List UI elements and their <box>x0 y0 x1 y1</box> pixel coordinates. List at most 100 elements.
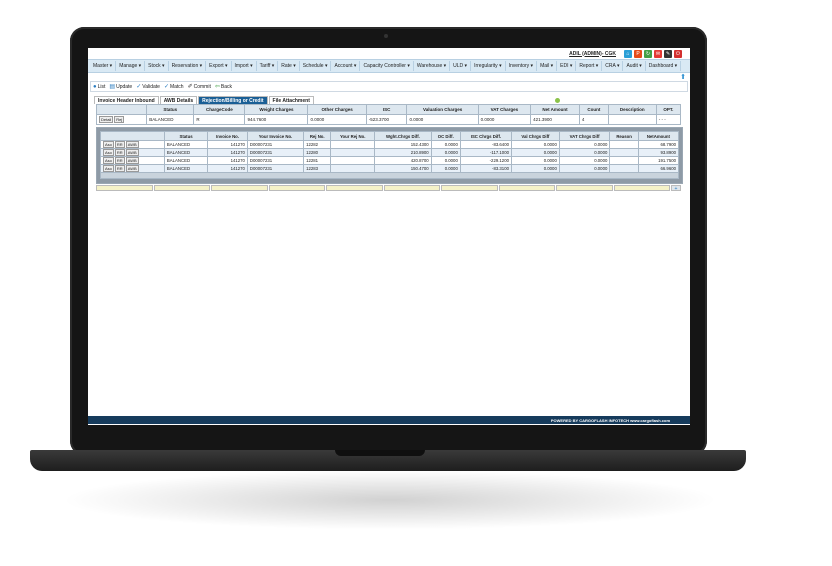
back-icon: ⇦ <box>214 84 220 90</box>
your_invoice-cell: D00007231 <box>246 156 305 165</box>
reason-cell <box>609 164 639 173</box>
column-header: Reason <box>609 131 639 141</box>
commit-icon: ✐ <box>187 84 193 90</box>
menu-bar: Master ▾ Manage ▾ Stock ▾ Reservation ▾ Expo… <box>88 59 690 73</box>
description-cell <box>607 114 657 125</box>
column-header: ISC <box>365 104 408 115</box>
val-cell: 0.0000 <box>510 148 560 157</box>
aso-button[interactable]: Aso <box>103 157 114 164</box>
add-row-button[interactable]: + <box>671 185 681 192</box>
awb-button[interactable]: AWB <box>125 157 139 164</box>
aso-button[interactable]: Aso <box>103 141 114 148</box>
footer-input[interactable] <box>268 185 325 191</box>
your_invoice-cell: D00007231 <box>246 140 305 149</box>
rr-button[interactable]: RR <box>114 149 125 156</box>
footer-input[interactable] <box>556 185 613 191</box>
menu-item[interactable]: Tariff ▾ <box>257 61 279 71</box>
commit-button[interactable]: ✐ Commit <box>187 83 211 91</box>
rej-cell: 12280 <box>303 148 332 157</box>
menu-item[interactable]: Warehouse ▾ <box>414 61 451 71</box>
val-cell: 0.0000 <box>510 140 560 149</box>
column-header: Net Amount <box>530 104 580 115</box>
weight-charges-cell: 944.7600 <box>244 114 309 125</box>
column-header: VAT Charges <box>477 104 532 115</box>
aso-button[interactable]: Aso <box>103 165 114 172</box>
tools-icon[interactable]: ✎ <box>664 49 672 58</box>
user-link[interactable]: ADIL (ADMIN)- CGK <box>569 51 616 57</box>
menu-item[interactable]: Report ▾ <box>576 61 603 71</box>
top-bar: ADIL (ADMIN)- CGK ⌂ P ↻ ✉ ✎ ⏻ <box>88 48 690 59</box>
screen: ADIL (ADMIN)- CGK ⌂ P ↻ ✉ ✎ ⏻ Master ▾ Manage … <box>88 48 690 425</box>
menu-item[interactable]: Account ▾ <box>331 61 361 71</box>
footer-input[interactable] <box>96 185 153 191</box>
logout-icon[interactable]: ⏻ <box>674 49 682 58</box>
rej-button[interactable]: Rej <box>114 116 125 123</box>
menu-item[interactable]: Master ▾ <box>90 61 117 71</box>
status-cell: BALANCED <box>163 164 209 173</box>
power-icon[interactable]: P <box>634 49 642 58</box>
laptop-shadow <box>60 470 720 530</box>
wght-cell: 210.8900 <box>374 148 432 157</box>
your_rej-cell <box>330 140 376 149</box>
footer-input[interactable] <box>498 185 555 191</box>
validate-button[interactable]: ✓ Validate <box>136 83 160 91</box>
tab[interactable]: Invoice Header Inbound <box>94 96 159 104</box>
your_invoice-cell: D00007231 <box>246 164 305 173</box>
footer-input[interactable] <box>613 185 670 191</box>
tab[interactable]: File Attachment <box>268 96 314 104</box>
invoice-cell: 141270 <box>207 156 248 165</box>
column-header: NetAmount <box>637 131 680 141</box>
menu-item[interactable]: Audit ▾ <box>623 61 646 71</box>
footer-input[interactable] <box>326 185 383 191</box>
back-button[interactable]: ⇦ Back <box>214 83 232 91</box>
mail-icon[interactable]: ✉ <box>654 49 662 58</box>
footer-input[interactable] <box>383 185 440 191</box>
update-button[interactable]: ▤ Update <box>109 83 132 91</box>
aso-button[interactable]: Aso <box>103 149 114 156</box>
column-header: Wght.Chrgs Diff. <box>374 131 432 141</box>
val-cell: 0.0000 <box>510 164 560 173</box>
rr-button[interactable]: RR <box>114 165 125 172</box>
menu-item[interactable]: Rate ▾ <box>278 61 300 71</box>
footer-bar: POWERED BY CARGOFLASH INFOTECH www.cargo… <box>88 416 690 424</box>
menu-item[interactable]: Capacity Controller ▾ <box>360 61 414 71</box>
footer-inputs: + <box>96 185 681 192</box>
menu-item[interactable]: Irregularity ▾ <box>471 61 506 71</box>
column-header: Your Invoice No. <box>246 131 305 141</box>
table-row: Aso RR AWB BALANCED 141270 D00007231 12281 420.… <box>100 156 680 165</box>
tab[interactable]: Rejection/Billing or Credit <box>198 96 268 104</box>
tab[interactable]: AWB Details <box>159 96 198 104</box>
menu-item[interactable]: Export ▾ <box>206 61 232 71</box>
isc-cell: -83.3100 <box>459 164 512 173</box>
awb-button[interactable]: AWB <box>125 141 139 148</box>
refresh-icon[interactable]: ↻ <box>644 49 652 58</box>
menu-item[interactable]: Import ▾ <box>232 61 257 71</box>
rr-button[interactable]: RR <box>114 157 125 164</box>
column-header: Other Charges <box>307 104 367 115</box>
detail-button[interactable]: Detail <box>99 116 114 123</box>
footer-input[interactable] <box>211 185 268 191</box>
footer-input[interactable] <box>153 185 210 191</box>
menu-item[interactable]: Mail ▾ <box>537 61 558 71</box>
list-button[interactable]: ● List <box>93 84 105 90</box>
column-header: ChargeCode <box>193 104 246 115</box>
menu-item[interactable]: CRA ▾ <box>602 61 624 71</box>
menu-item[interactable]: Dashboard ▾ <box>646 61 682 71</box>
rej-cell: 12283 <box>303 164 332 173</box>
arrow-up-icon[interactable]: ⬆ <box>680 73 686 81</box>
menu-item[interactable]: Reservation ▾ <box>169 61 207 71</box>
menu-item[interactable]: Stock ▾ <box>145 61 169 71</box>
invoice-cell: 141270 <box>207 140 248 149</box>
menu-item[interactable]: Schedule ▾ <box>300 61 332 71</box>
menu-item[interactable]: Inventory ▾ <box>506 61 538 71</box>
valuation-cell: 0.0000 <box>406 114 479 125</box>
home-icon[interactable]: ⌂ <box>624 49 632 58</box>
awb-button[interactable]: AWB <box>125 165 139 172</box>
menu-item[interactable]: EDI ▾ <box>557 61 577 71</box>
match-button[interactable]: ✓ Match <box>164 83 184 91</box>
menu-item[interactable]: Manage ▾ <box>116 61 146 71</box>
footer-input[interactable] <box>441 185 498 191</box>
menu-item[interactable]: ULD ▾ <box>450 61 472 71</box>
rr-button[interactable]: RR <box>114 141 125 148</box>
awb-button[interactable]: AWB <box>125 149 139 156</box>
